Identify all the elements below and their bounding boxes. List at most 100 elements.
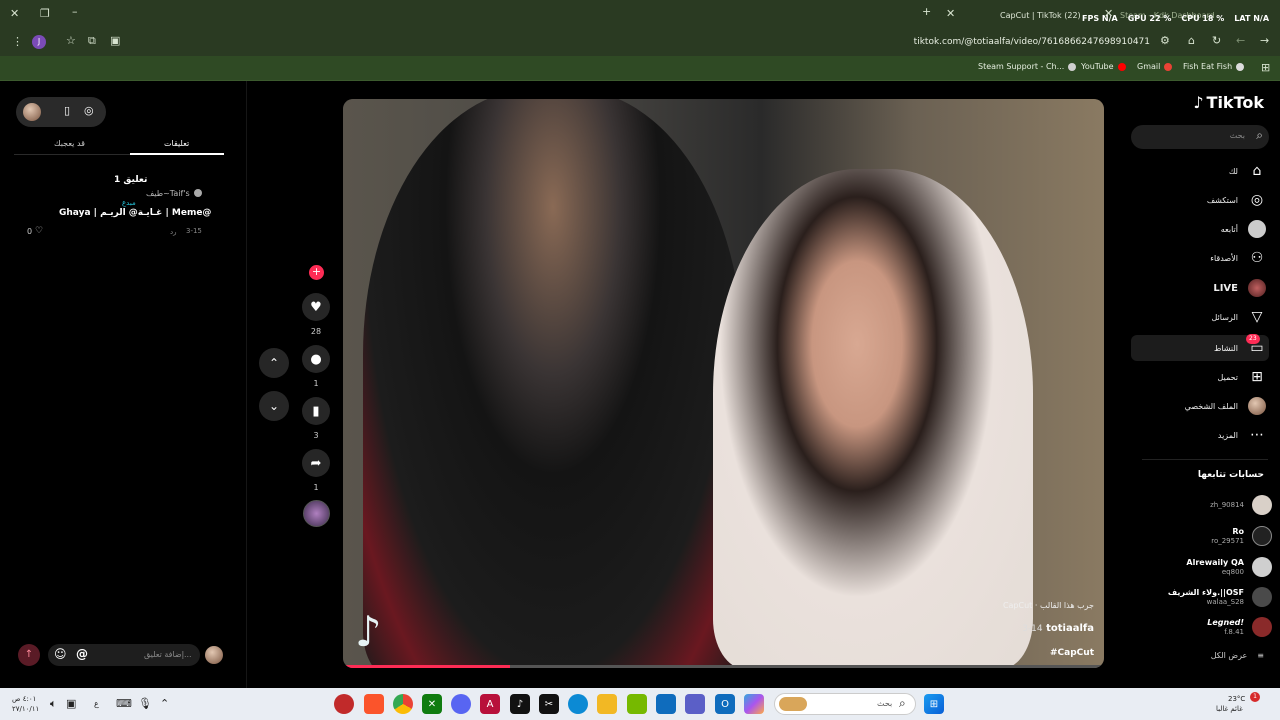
nav-following[interactable]: أتابعه [1221, 218, 1266, 240]
star-icon[interactable]: ☆ [66, 35, 76, 46]
forward-icon[interactable]: ← [1236, 35, 1245, 46]
following-account[interactable]: zh_90814 [1210, 492, 1272, 518]
teams-icon[interactable] [685, 694, 705, 714]
phone-icon[interactable]: ▯ [64, 104, 70, 117]
close-tab-icon[interactable]: ✕ [946, 8, 955, 19]
tab-label: CapCut | TikTok (22) [1000, 10, 1081, 20]
edge-icon[interactable] [568, 694, 588, 714]
following-account[interactable]: ولاء الشريف.||OSF walaa_S28 [1168, 584, 1272, 610]
globe-icon [1236, 62, 1245, 71]
extensions-icon[interactable]: ⧉ [88, 35, 96, 46]
upload-icon: ⊞ [1251, 369, 1263, 385]
new-tab-icon[interactable]: + [922, 6, 931, 17]
weather-text[interactable]: غائم غالبا [1216, 705, 1243, 713]
nav-explore[interactable]: استكشف ◎ [1207, 189, 1266, 211]
nvidia-icon[interactable] [627, 694, 647, 714]
clock-date[interactable]: ٢٧/١٠/١١ [12, 705, 39, 713]
account-handle: walaa_S28 [1206, 597, 1244, 606]
reload-icon[interactable]: ↻ [1212, 35, 1221, 46]
bookmark-gmail[interactable]: Gmail [1137, 62, 1173, 71]
url-field[interactable]: tiktok.com/@totiaalfa/video/761686624769… [900, 37, 1150, 47]
show-all-button[interactable]: عرض الكل ≡ [1211, 651, 1264, 660]
template-label[interactable]: CapCut · جرب هذا القالب [1003, 601, 1094, 610]
menu-dots-icon[interactable]: ⋮ [12, 36, 23, 47]
nav-profile[interactable]: الملف الشخصي [1185, 395, 1266, 417]
copilot-icon[interactable] [744, 694, 764, 714]
site-settings-icon[interactable]: ⚙ [1160, 35, 1170, 46]
tab-you-may-like[interactable]: قد يعجبك [54, 139, 85, 148]
app-icon[interactable] [334, 694, 354, 714]
creator-avatar[interactable] [23, 103, 41, 121]
bookmark-steam[interactable]: Steam Support - Ch... [978, 62, 1077, 71]
like-button[interactable]: ♥ [302, 293, 330, 321]
share-button[interactable]: ➦ [302, 449, 330, 477]
comment-author[interactable]: طيف~Taif's [146, 189, 190, 198]
tab-capcut[interactable]: CapCut | TikTok (22) [1000, 5, 1081, 25]
microphone-icon[interactable]: 🎙︎ [138, 697, 152, 710]
heart-icon[interactable]: ♡ [35, 226, 43, 236]
screenshot-icon[interactable]: ▣ [110, 35, 120, 46]
weather-temp[interactable]: 23°C [1228, 695, 1245, 703]
volume-icon[interactable]: 🔈︎ [50, 697, 57, 711]
nav-for-you[interactable]: لك ⌂ [1229, 160, 1266, 182]
follow-plus-button[interactable]: + [309, 265, 324, 280]
chevron-up-icon[interactable]: ⌃ [160, 697, 169, 710]
author-avatar[interactable] [194, 189, 202, 197]
following-account[interactable]: Alrewaily QA eq800 [1186, 554, 1272, 580]
nav-friends[interactable]: الأصدقاء ⚇ [1210, 247, 1266, 269]
keyboard-icon[interactable]: ⌨ [116, 697, 132, 710]
file-explorer-icon[interactable] [597, 694, 617, 714]
clock-time[interactable]: ٤:٠١ ص [12, 695, 36, 703]
nav-more[interactable]: المزيد ⋯ [1218, 424, 1266, 446]
brave-icon[interactable] [364, 694, 384, 714]
nav-activity[interactable]: النشاط ▭ 23 [1214, 334, 1266, 359]
taskbar-search[interactable]: بحث ⌕ [774, 693, 916, 715]
store-icon[interactable] [656, 694, 676, 714]
following-account[interactable]: Legned! f.8.41 [1207, 614, 1272, 640]
video-player[interactable]: ♪ CapCut · جرب هذا القالب 3-14 totiaalfa… [343, 99, 1104, 668]
search-field[interactable]: بحث ⌕ [1131, 125, 1269, 149]
bookmark-fish-eat-fish[interactable]: Fish Eat Fish [1183, 62, 1245, 71]
music-disc-avatar[interactable] [303, 500, 330, 527]
minimize-window-icon[interactable]: – [72, 6, 78, 17]
app-icon[interactable]: A [480, 694, 500, 714]
xbox-icon[interactable]: ✕ [422, 694, 442, 714]
author-username[interactable]: totiaalfa [1046, 623, 1094, 634]
next-video-button[interactable]: ⌄ [259, 391, 289, 421]
nav-live[interactable]: LIVE [1213, 277, 1266, 299]
search-icon[interactable]: ⌕ [1256, 128, 1263, 143]
notification-badge[interactable]: 1 [1250, 692, 1260, 702]
send-comment-button[interactable]: ↑ [18, 644, 40, 666]
bookmark-youtube[interactable]: YouTube [1081, 62, 1126, 71]
home-icon[interactable]: ⌂ [1188, 35, 1195, 46]
previous-video-button[interactable]: ⌃ [259, 348, 289, 378]
close-window-icon[interactable]: ✕ [10, 8, 19, 19]
performance-overlay: FPS N/A GPU 22 % CPU 18 % LAT N/A [1082, 8, 1269, 28]
tab-comments[interactable]: تعليقات [164, 139, 189, 148]
nav-upload[interactable]: تحميل ⊞ [1218, 366, 1267, 388]
outlook-icon[interactable]: O [715, 694, 735, 714]
chrome-icon[interactable] [393, 694, 413, 714]
capcut-icon[interactable]: ✂ [539, 694, 559, 714]
comment-input[interactable]: ☺ @ إضافة تعليق... [48, 644, 200, 666]
compass-icon[interactable]: ◎ [84, 104, 94, 117]
following-account[interactable]: Ro ro_29571 [1211, 523, 1272, 549]
video-hashtag[interactable]: #CapCut [1050, 648, 1094, 658]
apps-grid-icon[interactable]: ⊞ [1261, 62, 1270, 73]
mention-button[interactable]: @ [76, 647, 88, 661]
bookmark-icon: ▮ [312, 403, 320, 419]
profile-avatar[interactable]: J [32, 35, 46, 49]
back-icon[interactable]: → [1260, 35, 1269, 46]
emoji-icon[interactable]: ☺ [54, 647, 67, 661]
discord-icon[interactable] [451, 694, 471, 714]
language-indicator[interactable]: ع [94, 699, 99, 708]
tiktok-logo[interactable]: ♪ TikTok [1193, 93, 1264, 112]
nav-messages[interactable]: الرسائل ▽ [1212, 306, 1267, 328]
restore-window-icon[interactable]: ❐ [40, 8, 50, 19]
network-icon[interactable]: ▣ [66, 697, 76, 710]
save-button[interactable]: ▮ [302, 397, 330, 425]
reply-button[interactable]: رد [170, 228, 177, 236]
tiktok-icon[interactable]: ♪ [510, 694, 530, 714]
windows-start-icon[interactable]: ⊞ [924, 694, 944, 714]
comment-button[interactable]: ● [302, 345, 330, 373]
